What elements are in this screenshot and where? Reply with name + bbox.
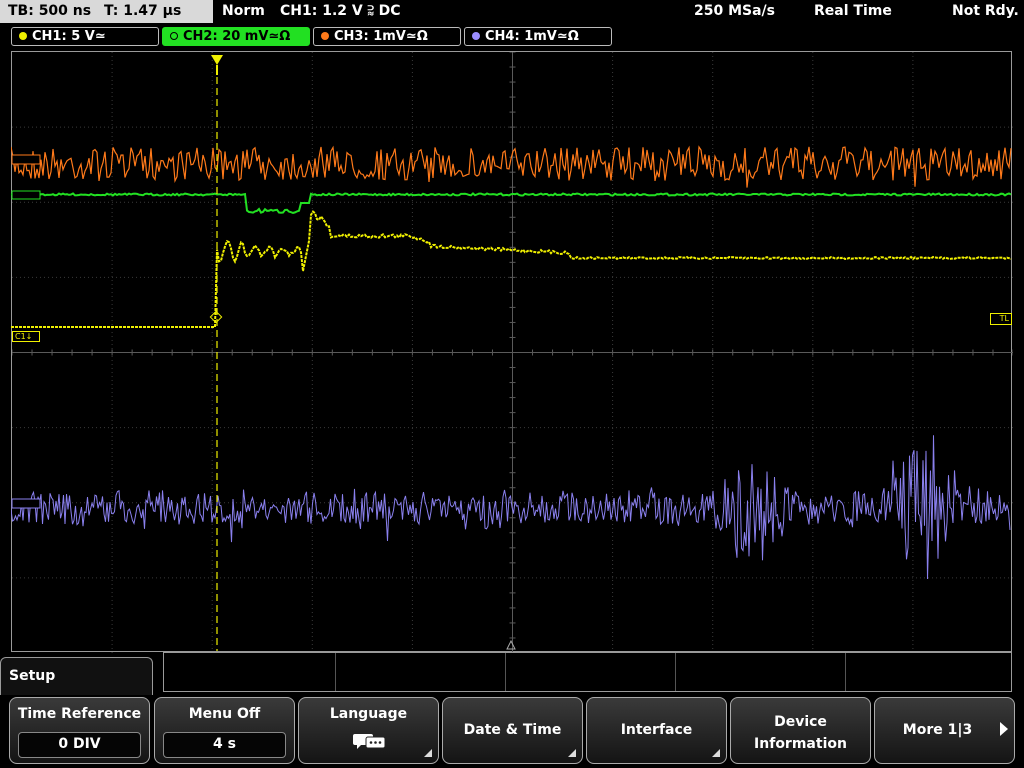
status-bar: TB: 500 ns T: 1.47 µs Norm CH1: 1.2 V ⫊ … bbox=[0, 0, 1024, 25]
ch1-ground-marker[interactable]: C1↓ bbox=[12, 331, 40, 342]
info-cell bbox=[335, 653, 506, 691]
info-cell bbox=[675, 653, 846, 691]
menu-title: Setup bbox=[9, 668, 56, 684]
waveform-ch4 bbox=[11, 435, 1011, 580]
channel-bar: CH1: 5 V≃ CH2: 20 mV≃Ω CH3: 1mV≃Ω CH4: 1… bbox=[0, 26, 1024, 48]
channel-tab-ch2[interactable]: CH2: 20 mV≃Ω bbox=[162, 27, 310, 46]
date-time-button[interactable]: Date & Time bbox=[442, 697, 583, 764]
submenu-corner-icon bbox=[712, 749, 720, 757]
channel-label: CH3: 1mV≃Ω bbox=[334, 29, 428, 44]
menu-title-tab: Setup bbox=[0, 657, 153, 697]
waveform-ch3 bbox=[11, 145, 1012, 188]
key-label: Language bbox=[329, 706, 408, 722]
waveform-ch1 bbox=[11, 210, 1012, 328]
channel-label: CH4: 1mV≃Ω bbox=[485, 29, 579, 44]
trigger-position: T: 1.47 µs bbox=[103, 3, 182, 19]
channel-label: CH2: 20 mV≃Ω bbox=[183, 29, 291, 44]
arrow-right-icon bbox=[1000, 722, 1008, 736]
key-label: Menu Off bbox=[188, 706, 261, 722]
menu-off-button[interactable]: Menu Off 4 s bbox=[154, 697, 295, 764]
language-button[interactable]: Language bbox=[298, 697, 439, 764]
time-reference-value: 0 DIV bbox=[18, 732, 141, 758]
channel-tab-ch4[interactable]: CH4: 1mV≃Ω bbox=[464, 27, 612, 46]
trigger-position-icon[interactable] bbox=[211, 55, 223, 65]
info-strip bbox=[163, 652, 1012, 692]
sample-rate[interactable]: 250 MSa/s bbox=[694, 0, 775, 23]
ch3-offset-icon[interactable] bbox=[11, 154, 41, 165]
more-button[interactable]: More 1|3 bbox=[874, 697, 1015, 764]
ch2-offset-icon[interactable] bbox=[11, 190, 41, 200]
submenu-corner-icon bbox=[568, 749, 576, 757]
timebase-value: TB: 500 ns bbox=[8, 3, 92, 19]
timebase-box[interactable]: TB: 500 ns T: 1.47 µs bbox=[0, 0, 213, 23]
key-label-line2: Information bbox=[754, 736, 847, 752]
ch2-dot-icon bbox=[170, 32, 178, 40]
waveform-area bbox=[11, 55, 1012, 651]
interface-button[interactable]: Interface bbox=[586, 697, 727, 764]
ch4-offset-icon[interactable] bbox=[11, 498, 41, 509]
menu-off-value: 4 s bbox=[163, 732, 286, 758]
info-cell bbox=[164, 653, 336, 691]
center-marker-icon bbox=[506, 639, 516, 650]
key-label: Date & Time bbox=[463, 722, 562, 738]
ch4-dot-icon bbox=[472, 32, 480, 40]
acquisition-mode[interactable]: Real Time bbox=[814, 0, 892, 23]
trigger-setting[interactable]: CH1: 1.2 V ⫊ DC bbox=[280, 0, 401, 23]
channel-label: CH1: 5 V≃ bbox=[32, 29, 106, 44]
ch1-dot-icon bbox=[19, 32, 27, 40]
device-information-button[interactable]: Device Information bbox=[730, 697, 871, 764]
ch3-dot-icon bbox=[321, 32, 329, 40]
key-label: Interface bbox=[620, 722, 693, 738]
key-label: Device bbox=[774, 714, 827, 730]
submenu-corner-icon bbox=[424, 749, 432, 757]
key-label: More 1|3 bbox=[902, 722, 973, 738]
time-reference-button[interactable]: Time Reference 0 DIV bbox=[9, 697, 150, 764]
speech-bubble-icon bbox=[352, 734, 385, 749]
key-label: Time Reference bbox=[17, 706, 142, 722]
softkey-bar: Time Reference 0 DIV Menu Off 4 s Langua… bbox=[0, 695, 1024, 768]
channel-tab-ch3[interactable]: CH3: 1mV≃Ω bbox=[313, 27, 461, 46]
ready-status: Not Rdy. bbox=[952, 3, 1019, 19]
trigger-mode[interactable]: Norm bbox=[222, 0, 265, 23]
waveform-ch2 bbox=[11, 192, 1012, 214]
channel-tab-ch1[interactable]: CH1: 5 V≃ bbox=[11, 27, 159, 46]
info-cell bbox=[505, 653, 676, 691]
trigger-level-marker[interactable]: TL bbox=[990, 313, 1012, 325]
